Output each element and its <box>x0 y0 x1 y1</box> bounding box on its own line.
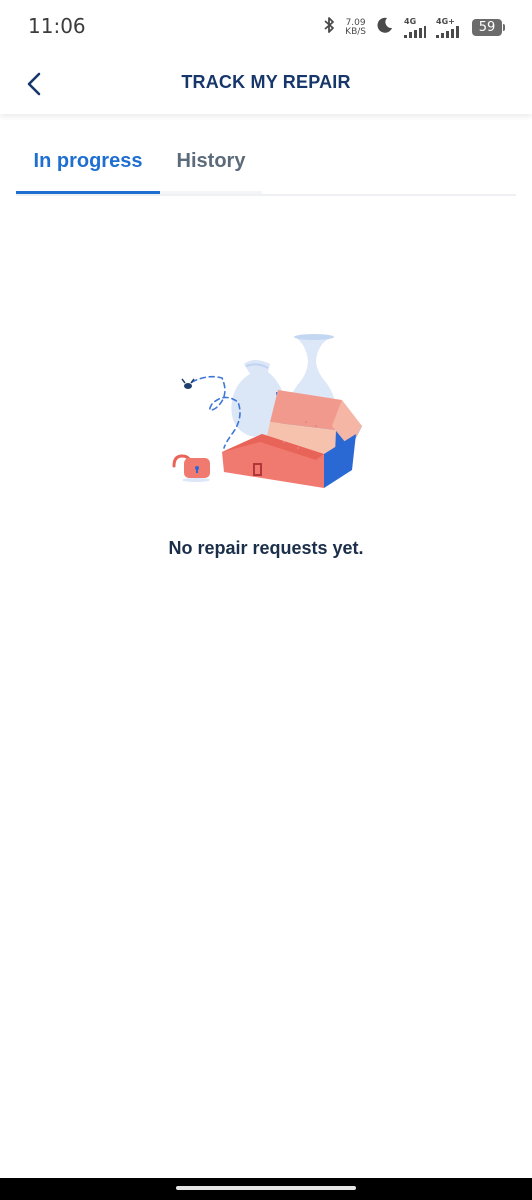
status-icons: 7.09 KB/S 4G 4G+ 59 <box>323 16 505 39</box>
sim2-signal: 4G+ <box>436 16 462 38</box>
battery-level: 59 <box>478 20 496 35</box>
track-repair-screen: 11:06 7.09 KB/S 4G 4G+ 59 TRACK MY REPAI… <box>0 0 532 1200</box>
empty-state-message: No repair requests yet. <box>168 538 364 558</box>
sim1-network-label: 4G <box>404 16 417 26</box>
fly-illustration <box>181 378 195 389</box>
sim2-network-label: 4G+ <box>436 16 455 26</box>
system-nav-bar <box>0 1178 532 1200</box>
signal-icon <box>404 25 426 38</box>
tab-in-progress[interactable]: In progress <box>16 130 160 194</box>
sim1-signal: 4G <box>404 16 426 38</box>
home-indicator[interactable] <box>176 1186 356 1190</box>
status-time: 11:06 <box>28 14 86 38</box>
repair-tabs: In progress History <box>16 130 516 196</box>
status-bar: 11:06 7.09 KB/S 4G 4G+ 59 <box>0 0 532 56</box>
network-speed: 7.09 KB/S <box>345 18 366 37</box>
moon-icon <box>376 16 394 39</box>
network-speed-unit: KB/S <box>345 26 366 37</box>
padlock-illustration <box>172 454 210 482</box>
open-box-illustration <box>172 334 362 488</box>
app-bar: TRACK MY REPAIR <box>0 56 532 114</box>
page-title: TRACK MY REPAIR <box>181 72 351 92</box>
bluetooth-icon <box>323 16 335 39</box>
signal-icon <box>436 25 459 38</box>
tab-history[interactable]: History <box>160 130 262 194</box>
battery-icon: 59 <box>472 19 505 36</box>
